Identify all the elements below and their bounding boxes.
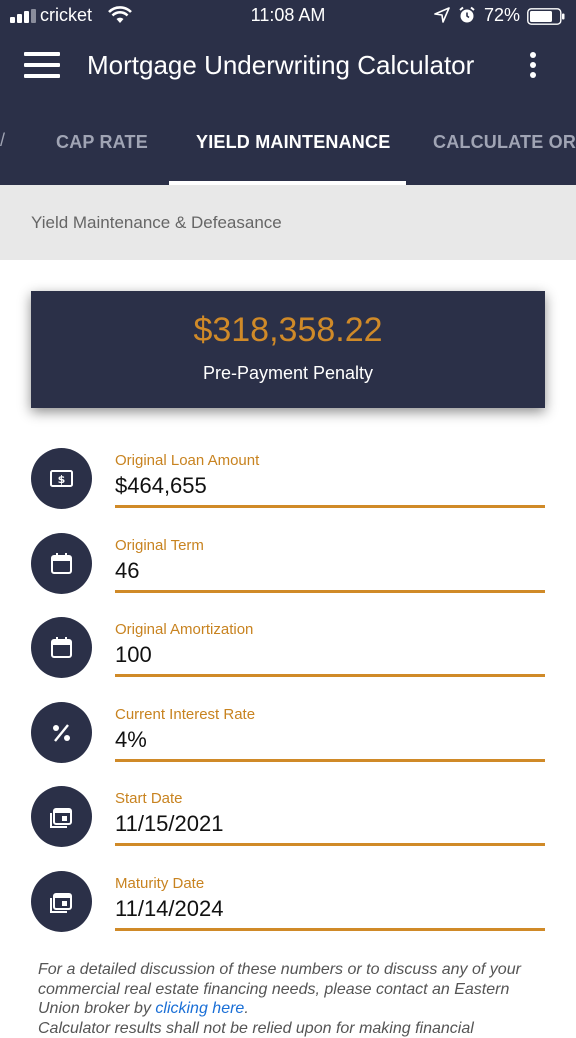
app-header: cricket 11:08 AM 72% Mortgage Underwriti… bbox=[0, 0, 576, 185]
field-label: Original Term bbox=[115, 537, 204, 554]
tab-cap-rate[interactable]: CAP RATE bbox=[56, 132, 148, 153]
section-header: Yield Maintenance & Defeasance bbox=[0, 185, 576, 260]
field-underline bbox=[115, 843, 545, 846]
field-original-term: Original Term 46 bbox=[0, 533, 576, 613]
calendar-range-icon bbox=[50, 893, 72, 913]
field-label: Current Interest Rate bbox=[115, 706, 256, 723]
app-title: Mortgage Underwriting Calculator bbox=[87, 50, 475, 80]
field-original-amortization: Original Amortization 100 bbox=[0, 617, 576, 697]
field-original-loan-amount: $ Original Loan Amount $464,655 bbox=[0, 448, 576, 528]
location-arrow-icon bbox=[434, 7, 450, 23]
more-options-icon[interactable] bbox=[526, 50, 540, 80]
field-underline bbox=[115, 590, 545, 593]
tab-yield-maintenance[interactable]: YIELD MAINTENANCE bbox=[196, 132, 390, 153]
field-label: Original Loan Amount bbox=[115, 452, 260, 469]
previous-tab-fragment[interactable]: / bbox=[0, 130, 5, 151]
percent-icon bbox=[53, 724, 70, 742]
battery-icon bbox=[527, 8, 565, 25]
field-label: Start Date bbox=[115, 790, 183, 807]
tab-bar: / CAP RATE YIELD MAINTENANCE CALCULATE O… bbox=[0, 112, 576, 185]
field-label: Maturity Date bbox=[115, 875, 205, 892]
disclaimer: For a detailed discussion of these numbe… bbox=[38, 960, 538, 1038]
alarm-icon bbox=[459, 6, 475, 23]
disclaimer-text: For a detailed discussion of these numbe… bbox=[38, 961, 521, 1017]
field-underline bbox=[115, 674, 545, 677]
disclaimer-line2: Calculator results shall not be relied u… bbox=[38, 1019, 474, 1037]
calendar-range-icon bbox=[50, 808, 72, 828]
battery-percent: 72% bbox=[484, 5, 521, 25]
section-title: Yield Maintenance & Defeasance bbox=[31, 213, 282, 232]
result-card: $318,358.22 Pre-Payment Penalty bbox=[31, 291, 545, 408]
start-date-input[interactable]: 11/15/2021 bbox=[115, 811, 223, 837]
calendar-icon bbox=[51, 637, 72, 658]
money-icon: $ bbox=[50, 470, 73, 487]
field-current-interest-rate: Current Interest Rate 4% bbox=[0, 702, 576, 782]
field-label: Original Amortization bbox=[115, 621, 254, 638]
field-underline bbox=[115, 759, 545, 762]
original-term-input[interactable]: 46 bbox=[115, 558, 139, 584]
field-start-date: Start Date 11/15/2021 bbox=[0, 786, 576, 866]
calendar-icon bbox=[51, 553, 72, 574]
penalty-label: Pre-Payment Penalty bbox=[202, 363, 374, 383]
field-underline bbox=[115, 505, 545, 508]
field-maturity-date: Maturity Date 11/14/2024 bbox=[0, 871, 576, 951]
original-amortization-input[interactable]: 100 bbox=[115, 642, 152, 668]
status-bar: cricket 11:08 AM 72% bbox=[0, 0, 576, 32]
svg-text:$: $ bbox=[58, 473, 66, 486]
disclaimer-period: . bbox=[244, 1000, 249, 1017]
contact-link[interactable]: clicking here bbox=[155, 1000, 244, 1017]
field-underline bbox=[115, 928, 545, 931]
hamburger-menu-icon[interactable] bbox=[24, 52, 60, 78]
penalty-amount: $318,358.22 bbox=[193, 311, 383, 349]
loan-amount-input[interactable]: $464,655 bbox=[115, 473, 207, 499]
tab-calculate-orig[interactable]: CALCULATE ORIG bbox=[433, 132, 576, 153]
maturity-date-input[interactable]: 11/14/2024 bbox=[115, 896, 223, 922]
interest-rate-input[interactable]: 4% bbox=[115, 727, 147, 753]
